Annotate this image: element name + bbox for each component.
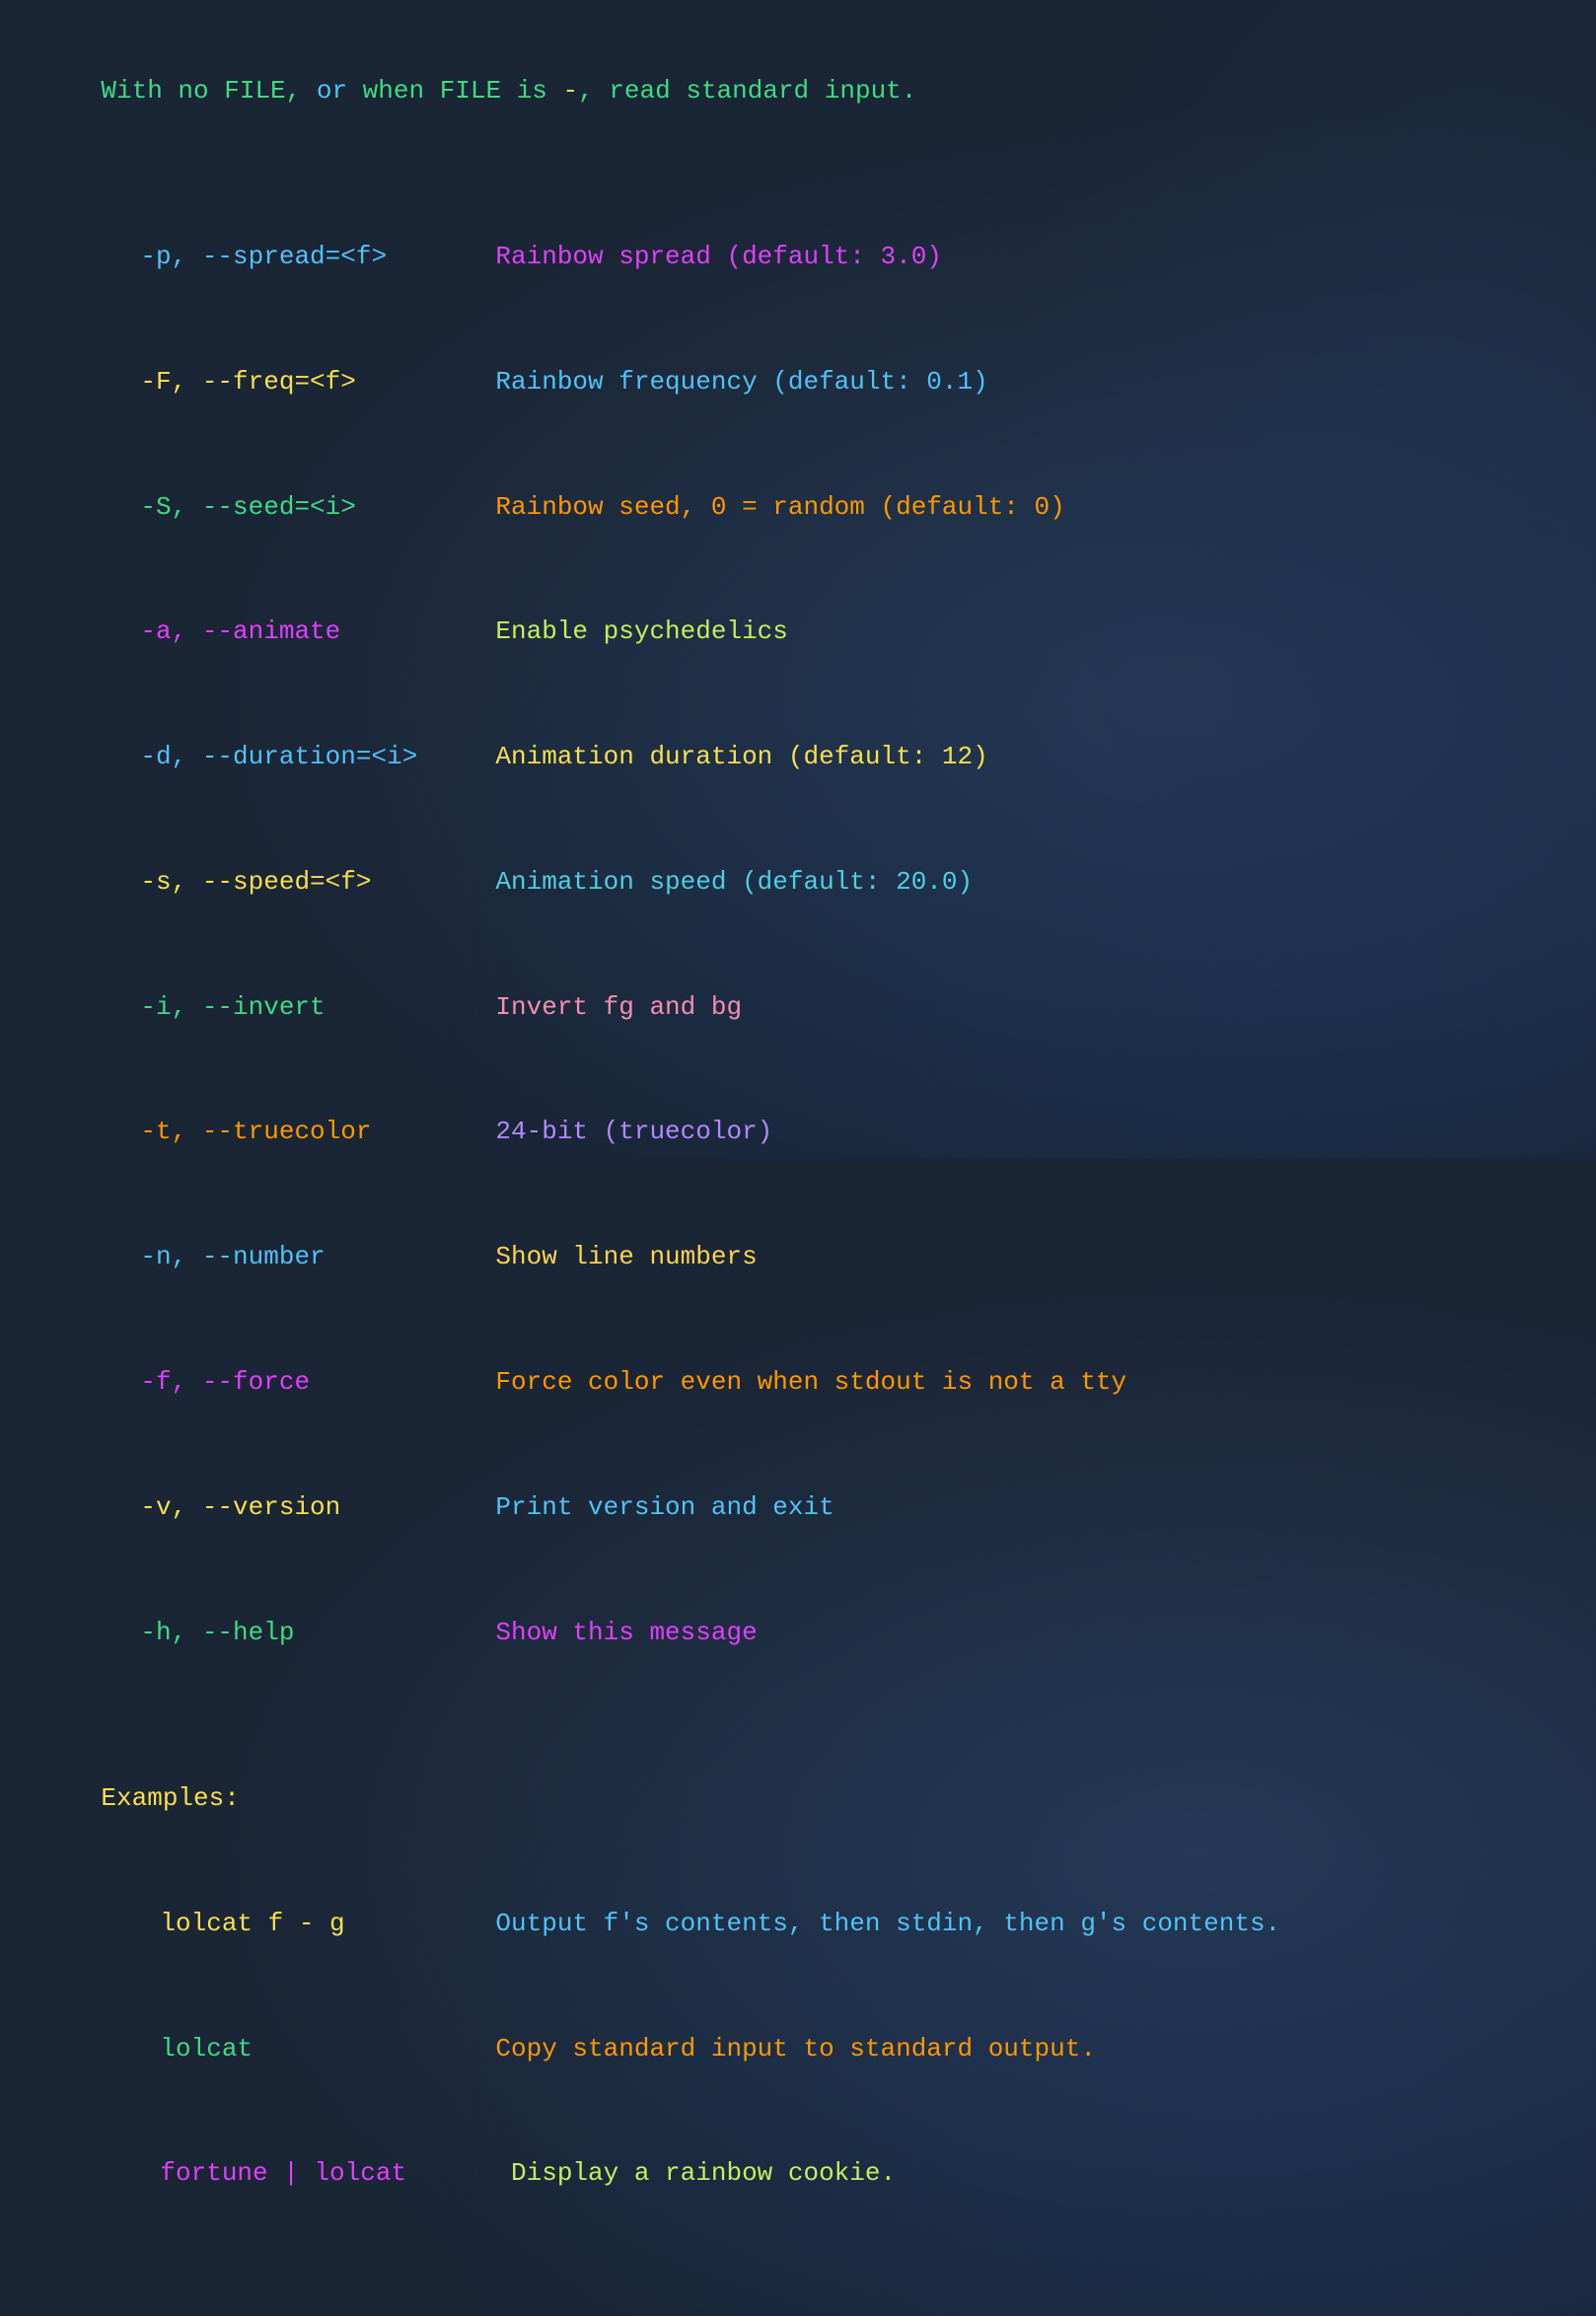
option-S: -S, --seed=<i>Rainbow seed, 0 = random (… [39,446,1557,569]
footer-1: Report lolcat bugs to <https://github.co… [39,2279,1557,2316]
blank-3 [39,2237,1557,2279]
example-cmd-3: fortune | lolcat [160,2153,495,2195]
desc-f: Force color even when stdout is not a tt… [495,1362,1126,1404]
desc-t: 24-bit (truecolor) [495,1112,772,1153]
option-p: -p, --spread=<f>Rainbow spread (default:… [39,195,1557,319]
example-1: lolcat f - g Output f's contents, then s… [39,1862,1557,1986]
example-desc-2: Copy standard input to standard output. [495,2034,1096,2063]
header-text-1: With no FILE, [101,76,316,106]
flag-s: -s, --speed=<f> [140,862,495,904]
desc-n: Show line numbers [495,1237,757,1278]
header-line: With no FILE, or when FILE is -, read st… [39,30,1557,153]
examples-label: Examples: [39,1737,1557,1860]
desc-i: Invert fg and bg [495,987,742,1029]
example-cmd-2: lolcat [160,2029,495,2070]
blank-1 [39,155,1557,196]
terminal-window: With no FILE, or when FILE is -, read st… [39,30,1557,2316]
header-text-4: - [563,76,579,106]
flag-t: -t, --truecolor [140,1112,495,1153]
option-v: -v, --versionPrint version and exit [39,1446,1557,1569]
option-t: -t, --truecolor24-bit (truecolor) [39,1071,1557,1194]
option-n: -n, --numberShow line numbers [39,1196,1557,1320]
header-text-2: or [317,76,347,106]
desc-a: Enable psychedelics [495,612,787,653]
desc-s: Animation speed (default: 20.0) [495,862,973,904]
desc-F: Rainbow frequency (default: 0.1) [495,362,987,403]
example-3: fortune | lolcat Display a rainbow cooki… [39,2113,1557,2236]
option-h: -h, --helpShow this message [39,1571,1557,1695]
header-text-3: when FILE is [347,76,562,106]
desc-v: Print version and exit [495,1487,834,1529]
flag-F: -F, --freq=<f> [140,362,495,403]
flag-f: -f, --force [140,1362,495,1404]
option-f: -f, --forceForce color even when stdout … [39,1321,1557,1444]
blank-2 [39,1697,1557,1738]
option-s: -s, --speed=<f>Animation speed (default:… [39,821,1557,944]
desc-d: Animation duration (default: 12) [495,737,987,778]
flag-i: -i, --invert [140,987,495,1029]
desc-p: Rainbow spread (default: 3.0) [495,237,941,278]
flag-h: -h, --help [140,1613,495,1654]
option-F: -F, --freq=<f>Rainbow frequency (default… [39,321,1557,444]
example-2: lolcat Copy standard input to standard o… [39,1988,1557,2111]
flag-p: -p, --spread=<f> [140,237,495,278]
header-text-5: , read standard input. [578,76,916,106]
flag-d: -d, --duration=<i> [140,737,495,778]
flag-a: -a, --animate [140,612,495,653]
option-a: -a, --animateEnable psychedelics [39,571,1557,694]
example-desc-3: Display a rainbow cookie. [495,2158,896,2188]
option-d: -d, --duration=<i>Animation duration (de… [39,696,1557,820]
flag-n: -n, --number [140,1237,495,1278]
flag-S: -S, --seed=<i> [140,487,495,529]
desc-h: Show this message [495,1613,757,1654]
flag-v: -v, --version [140,1487,495,1529]
option-i: -i, --invertInvert fg and bg [39,946,1557,1069]
desc-S: Rainbow seed, 0 = random (default: 0) [495,487,1064,529]
example-cmd-1: lolcat f - g [160,1904,495,1945]
example-desc-1: Output f's contents, then stdin, then g'… [495,1909,1280,1938]
